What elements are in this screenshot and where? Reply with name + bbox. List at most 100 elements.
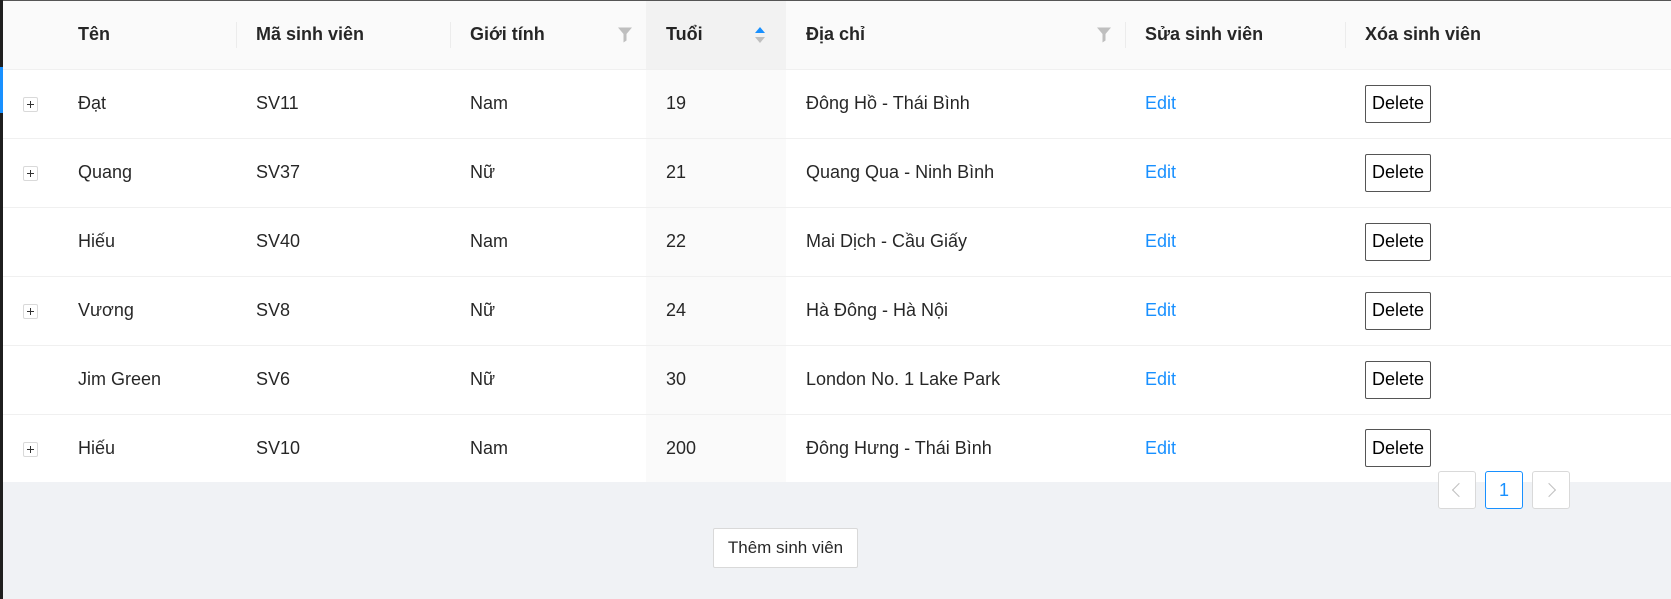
table-row: Vương SV8 Nữ 24 Hà Đông - Hà Nội Edit De… xyxy=(3,276,1671,346)
cell-student-id: SV8 xyxy=(236,276,450,346)
expand-plus-icon[interactable] xyxy=(23,96,38,112)
cell-name: Hiếu xyxy=(58,207,236,277)
header-expand-cell xyxy=(3,1,58,70)
cell-age: 19 xyxy=(646,69,786,139)
cell-name: Hiếu xyxy=(78,437,116,458)
cell-student-id: SV40 xyxy=(236,207,450,277)
cell-age: 200 xyxy=(646,414,786,482)
pagination-page-button[interactable]: 1 xyxy=(1485,471,1523,509)
students-table: Tên Mã sinh viên Giới tính Tuổi Địa chỉ … xyxy=(3,1,1671,482)
column-separator xyxy=(1345,21,1346,48)
expand-plus-icon[interactable] xyxy=(23,165,38,181)
delete-button[interactable]: Delete xyxy=(1365,153,1432,192)
delete-button[interactable]: Delete xyxy=(1365,222,1432,261)
expand-plus-icon[interactable] xyxy=(23,441,38,457)
add-student-button[interactable]: Thêm sinh viên xyxy=(713,528,858,568)
delete-button[interactable]: Delete xyxy=(1365,429,1432,468)
cell-delete: Delete xyxy=(1345,207,1671,277)
cell-age: 30 xyxy=(646,345,786,415)
cell-age: 24 xyxy=(646,276,786,346)
cell-address: Hà Đông - Hà Nội xyxy=(786,276,1125,346)
cell-address: Đông Hồ - Thái Bình xyxy=(786,69,1125,139)
expand-cell xyxy=(3,207,58,277)
cell-name: Quang xyxy=(58,138,236,208)
cell-student-id: SV37 xyxy=(236,138,450,208)
cell-address: Quang Qua - Ninh Bình xyxy=(786,138,1125,208)
delete-button[interactable]: Delete xyxy=(1365,360,1432,399)
delete-button[interactable]: Delete xyxy=(1365,291,1432,330)
sort-descending-icon xyxy=(755,36,765,43)
cell-gender: Nữ xyxy=(450,138,646,208)
cell-address: London No. 1 Lake Park xyxy=(786,345,1125,415)
expand-cell xyxy=(3,345,58,415)
chevron-right-icon xyxy=(1541,482,1557,498)
header-name-label: Tên xyxy=(78,24,111,45)
cell-name: Jim Green xyxy=(58,345,236,415)
cell-name: Đạt xyxy=(58,69,236,139)
expand-cell xyxy=(3,414,58,482)
cell-edit: Edit xyxy=(1125,276,1345,346)
cell-delete: Delete xyxy=(1345,69,1671,139)
cell-address: Đông Hưng - Thái Bình xyxy=(806,437,992,458)
cell-edit: Edit xyxy=(1125,69,1345,139)
cell-delete: Delete xyxy=(1345,345,1671,415)
row-focus-indicator xyxy=(0,67,3,113)
cell-delete: Delete xyxy=(1345,276,1671,346)
cell-edit: Edit xyxy=(1125,138,1345,208)
edit-link[interactable]: Edit xyxy=(1145,438,1176,458)
cell-student-id: SV11 xyxy=(236,69,450,139)
cell-student-id: SV10 xyxy=(256,437,301,458)
header-gender: Giới tính xyxy=(450,1,646,70)
table-row: Quang SV37 Nữ 21 Quang Qua - Ninh Bình E… xyxy=(3,138,1671,208)
cell-gender: Nam xyxy=(450,69,646,139)
table-row: Hiếu SV10 Nam 200 Đông Hưng - Thái Bình … xyxy=(3,414,1671,482)
cell-student-id: SV6 xyxy=(236,345,450,415)
column-separator xyxy=(1125,21,1126,48)
header-age-label: Tuổi xyxy=(666,24,703,45)
cell-edit: Edit xyxy=(1125,414,1345,482)
filter-icon[interactable] xyxy=(1097,27,1111,43)
table-row: Đạt SV11 Nam 19 Đông Hồ - Thái Bình Edit… xyxy=(3,69,1671,139)
cell-gender: Nữ xyxy=(450,276,646,346)
header-address: Địa chỉ xyxy=(786,1,1125,70)
header-student-id-label: Mã sinh viên xyxy=(256,24,365,45)
cell-delete: Delete xyxy=(1345,138,1671,208)
cell-age: 21 xyxy=(646,138,786,208)
cell-edit: Edit xyxy=(1125,345,1345,415)
filter-icon[interactable] xyxy=(618,27,632,43)
header-edit: Sửa sinh viên xyxy=(1125,1,1345,70)
edit-link[interactable]: Edit xyxy=(1145,369,1176,389)
sort-icon[interactable] xyxy=(754,26,766,44)
header-student-id: Mã sinh viên xyxy=(236,1,450,70)
header-name: Tên xyxy=(58,1,236,70)
header-delete-label: Xóa sinh viên xyxy=(1365,24,1482,45)
chevron-left-icon xyxy=(1451,482,1467,498)
cell-name: Vương xyxy=(58,276,236,346)
edit-link[interactable]: Edit xyxy=(1145,162,1176,182)
edit-link[interactable]: Edit xyxy=(1145,93,1176,113)
column-separator xyxy=(450,21,451,48)
expand-plus-icon[interactable] xyxy=(23,303,38,319)
cell-address: Mai Dịch - Cầu Giấy xyxy=(786,207,1125,277)
header-address-label: Địa chỉ xyxy=(806,24,866,45)
header-age[interactable]: Tuổi xyxy=(646,1,786,70)
table-row: Hiếu SV40 Nam 22 Mai Dịch - Cầu Giấy Edi… xyxy=(3,207,1671,277)
cell-gender: Nữ xyxy=(450,345,646,415)
pagination-next-button[interactable] xyxy=(1532,471,1570,509)
header-gender-label: Giới tính xyxy=(470,24,545,45)
expand-cell xyxy=(3,138,58,208)
delete-button[interactable]: Delete xyxy=(1365,84,1432,123)
expand-cell xyxy=(3,69,58,139)
header-delete: Xóa sinh viên xyxy=(1345,1,1671,70)
cell-gender: Nam xyxy=(470,437,509,458)
header-edit-label: Sửa sinh viên xyxy=(1145,24,1264,45)
edit-link[interactable]: Edit xyxy=(1145,231,1176,251)
table-header-row: Tên Mã sinh viên Giới tính Tuổi Địa chỉ … xyxy=(3,1,1671,70)
pagination-prev-button[interactable] xyxy=(1438,471,1476,509)
cell-gender: Nam xyxy=(450,207,646,277)
cell-edit: Edit xyxy=(1125,207,1345,277)
edit-link[interactable]: Edit xyxy=(1145,300,1176,320)
cell-age: 22 xyxy=(646,207,786,277)
expand-cell xyxy=(3,276,58,346)
table-row: Jim Green SV6 Nữ 30 London No. 1 Lake Pa… xyxy=(3,345,1671,415)
